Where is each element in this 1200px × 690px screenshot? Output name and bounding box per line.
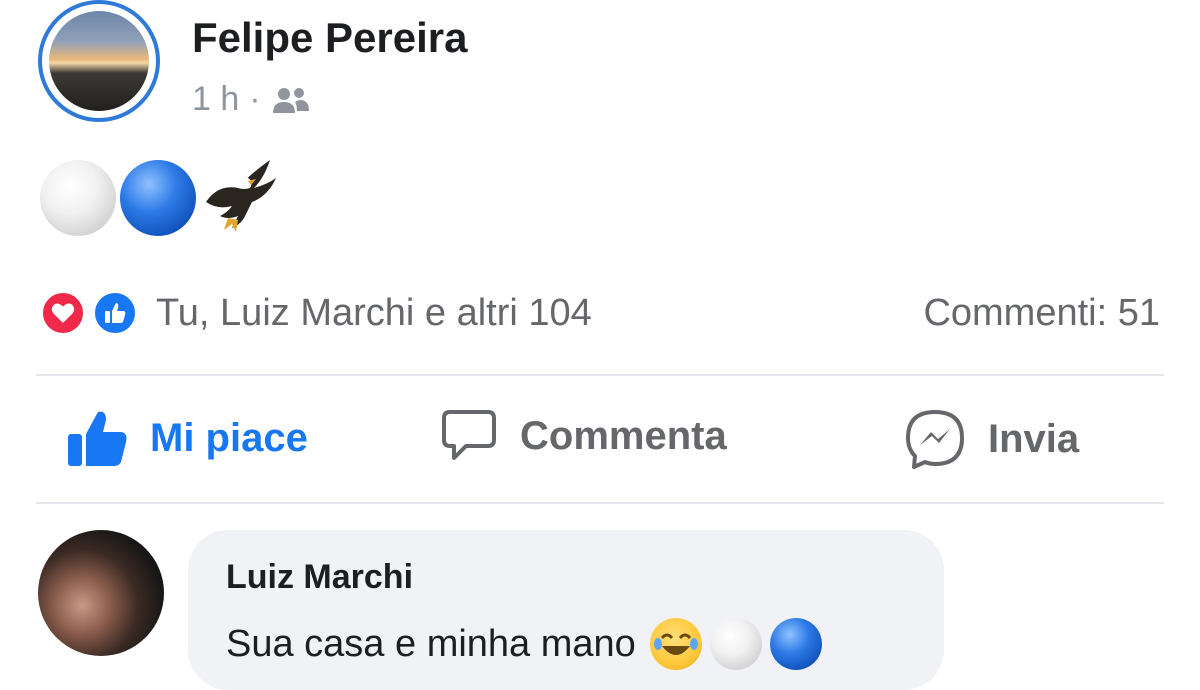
comment-button[interactable]: Commenta (440, 408, 727, 464)
friends-icon (272, 87, 309, 113)
messenger-icon (906, 410, 964, 469)
author-avatar[interactable] (38, 0, 160, 122)
post-meta: 1 h · (192, 80, 311, 119)
white-circle-emoji (40, 160, 116, 236)
eagle-emoji (206, 160, 276, 232)
send-button-label: Invia (988, 416, 1080, 461)
love-reaction-icon[interactable] (40, 290, 86, 336)
blue-circle-emoji (769, 618, 822, 670)
commenter-avatar[interactable] (38, 530, 164, 656)
like-button[interactable]: Mi piace (66, 408, 308, 468)
thumbs-up-icon (68, 411, 127, 466)
comments-count[interactable]: Commenti: 51 (923, 292, 1160, 335)
like-button-label: Mi piace (150, 415, 308, 460)
white-circle-emoji (709, 618, 762, 670)
author-avatar-photo (49, 11, 149, 111)
meta-separator: · (249, 80, 261, 118)
post-time[interactable]: 1 h (192, 80, 239, 119)
comment-text-row: Sua casa e minha mano (226, 618, 822, 670)
send-button[interactable]: Invia (904, 408, 1079, 470)
reactions-summary[interactable]: Tu, Luiz Marchi e altri 104 (156, 292, 592, 335)
comment-bubble-icon (442, 410, 496, 460)
author-name[interactable]: Felipe Pereira (192, 14, 467, 62)
face-with-tears-of-joy-emoji (649, 618, 702, 670)
divider (36, 502, 1164, 504)
like-reaction-icon[interactable] (92, 290, 138, 336)
divider (36, 374, 1164, 376)
comment-button-label: Commenta (520, 413, 727, 458)
blue-circle-emoji (120, 160, 196, 236)
comment-author[interactable]: Luiz Marchi (226, 558, 413, 597)
comment-text: Sua casa e minha mano (226, 622, 636, 665)
